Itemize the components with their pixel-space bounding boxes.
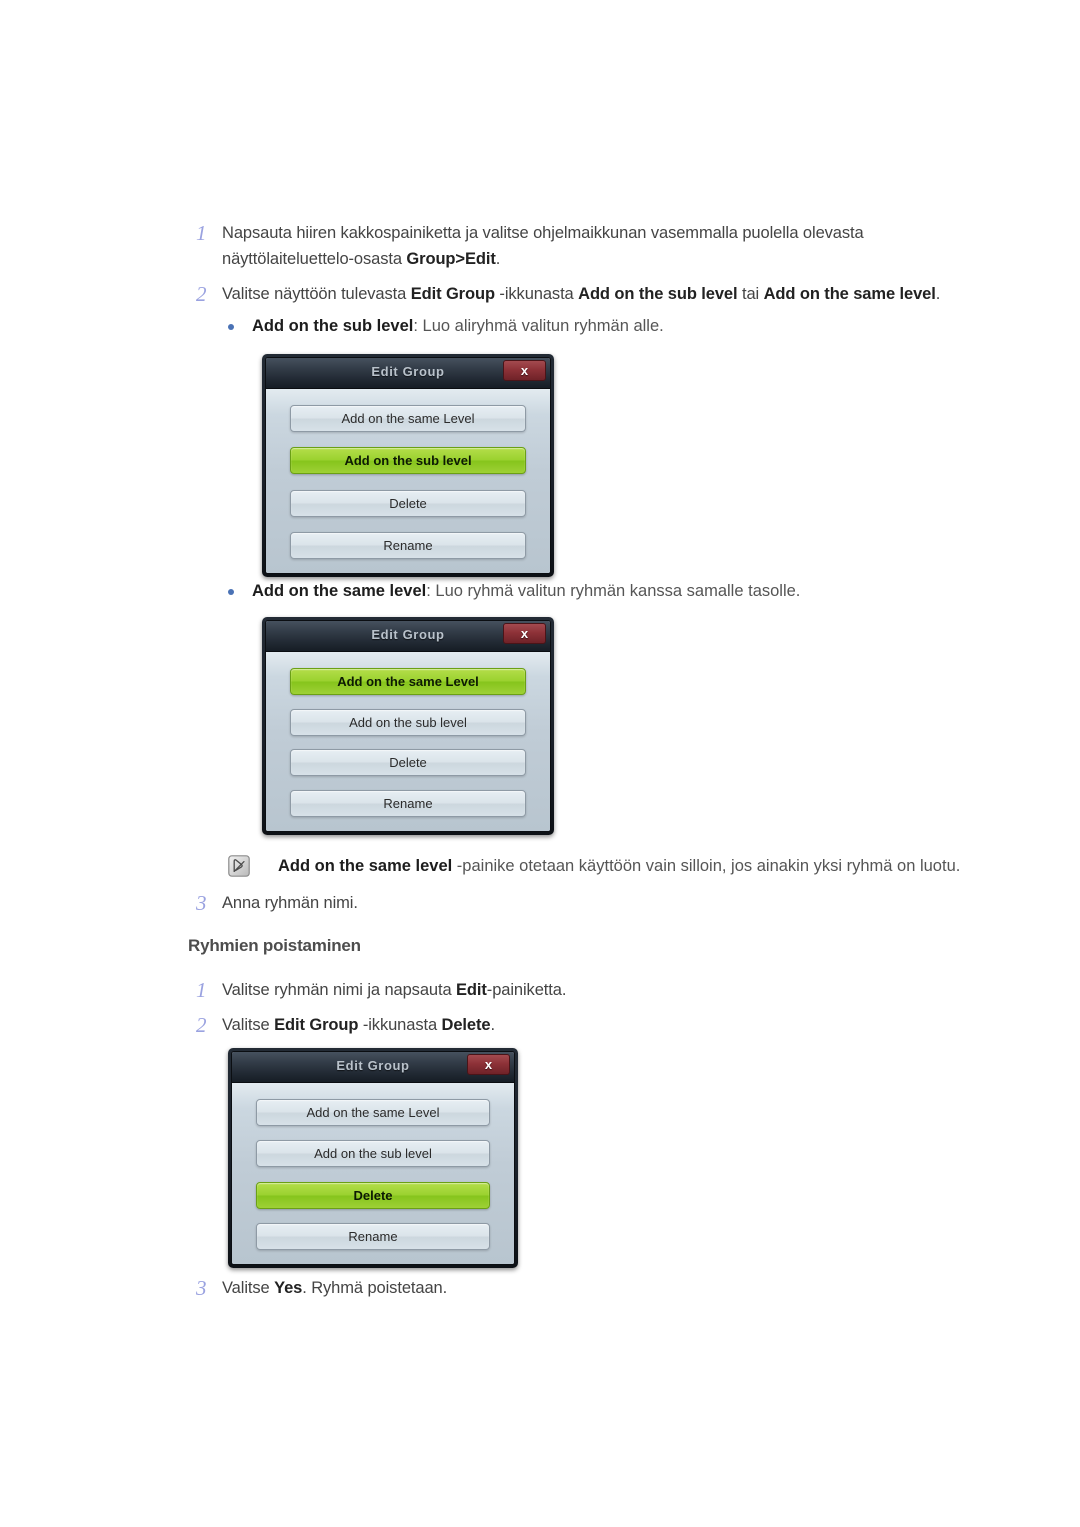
step-text: Valitse Yes. Ryhmä poistetaan. xyxy=(222,1275,447,1301)
step-2-top: 2 Valitse näyttöön tulevasta Edit Group … xyxy=(188,281,1038,307)
step-text: Napsauta hiiren kakkospainiketta ja vali… xyxy=(222,220,864,272)
note-callout: Add on the same level -painike otetaan k… xyxy=(228,853,1018,879)
button-delete[interactable]: Delete xyxy=(256,1181,490,1209)
bullet-text: Add on the same level: Luo ryhmä valitun… xyxy=(252,578,800,604)
step-mid-1: -ikkunasta xyxy=(494,285,579,303)
step-number: 1 xyxy=(196,221,207,245)
step-bold-yes: Yes xyxy=(274,1279,303,1297)
bullet-dot-icon xyxy=(218,313,252,339)
bullet-rest: : Luo aliryhmä valitun ryhmän alle. xyxy=(413,317,664,335)
dialog-titlebar: Edit Group x xyxy=(266,621,550,652)
step-suffix: . xyxy=(935,285,941,303)
bullet-sub-level: Add on the sub level: Luo aliryhmä valit… xyxy=(218,313,1018,339)
step-bold-edit-group: Edit Group xyxy=(410,285,495,303)
step-number: 1 xyxy=(196,978,207,1002)
button-delete[interactable]: Delete xyxy=(290,489,526,517)
note-bold-label: Add on the same level xyxy=(278,857,453,875)
dialog-body: Add on the same Level Add on the sub lev… xyxy=(266,389,550,573)
bullet-bold-label: Add on the sub level xyxy=(252,317,414,335)
step-3-top: 3 Anna ryhmän nimi. xyxy=(188,890,888,916)
button-add-on-the-same-level[interactable]: Add on the same Level xyxy=(290,668,526,695)
step-prefix: Valitse näyttöön tulevasta xyxy=(222,285,411,303)
bullet-bold-label: Add on the same level xyxy=(252,582,427,600)
step-1-bottom: 1 Valitse ryhmän nimi ja napsauta Edit-p… xyxy=(188,977,988,1003)
dialog-titlebar: Edit Group x xyxy=(232,1052,514,1083)
step-mid-1: -ikkunasta xyxy=(358,1016,442,1034)
section-heading: Ryhmien poistaminen xyxy=(188,936,361,955)
step-bold-delete: Delete xyxy=(441,1016,491,1034)
step-suffix: . xyxy=(490,1016,495,1034)
step-text: Valitse ryhmän nimi ja napsauta Edit-pai… xyxy=(222,977,566,1003)
step-bold-edit-group: Edit Group xyxy=(274,1016,359,1034)
step-suffix: -painiketta. xyxy=(486,981,567,999)
step-1-top: 1 Napsauta hiiren kakkospainiketta ja va… xyxy=(188,220,1018,272)
step-number: 2 xyxy=(196,1013,207,1037)
note-text: Add on the same level -painike otetaan k… xyxy=(278,853,960,879)
note-pencil-icon xyxy=(228,855,250,877)
dialog-inner: Edit Group x Add on the same Level Add o… xyxy=(231,1051,515,1265)
step-3-bottom: 3 Valitse Yes. Ryhmä poistetaan. xyxy=(188,1275,988,1301)
step-line-2-suffix: . xyxy=(495,250,501,268)
step-line-2-prefix: näyttölaiteluettelo-osasta xyxy=(222,250,407,268)
close-icon[interactable]: x xyxy=(467,1054,510,1075)
step-bold-same-level: Add on the same level xyxy=(763,285,936,303)
step-line-2-bold: Group>Edit xyxy=(406,250,496,268)
button-delete[interactable]: Delete xyxy=(290,749,526,777)
step-bold-sub-level: Add on the sub level xyxy=(578,285,738,303)
note-rest: -painike otetaan käyttöön vain silloin, … xyxy=(452,857,961,875)
step-bold-edit: Edit xyxy=(456,981,487,999)
step-text: Anna ryhmän nimi. xyxy=(222,894,358,912)
dialog-delete[interactable]: Edit Group x Add on the same Level Add o… xyxy=(228,1048,518,1268)
step-2-bottom: 2 Valitse Edit Group -ikkunasta Delete. xyxy=(188,1012,988,1038)
button-add-on-the-sub-level[interactable]: Add on the sub level xyxy=(290,447,526,475)
dialog-same-level[interactable]: Edit Group x Add on the same Level Add o… xyxy=(262,617,554,835)
step-number: 3 xyxy=(196,1276,207,1300)
button-rename[interactable]: Rename xyxy=(256,1222,490,1250)
step-mid-2: tai xyxy=(737,285,764,303)
step-prefix: Valitse ryhmän nimi ja napsauta xyxy=(222,981,457,999)
step-text: Valitse näyttöön tulevasta Edit Group -i… xyxy=(222,281,940,307)
step-text: Valitse Edit Group -ikkunasta Delete. xyxy=(222,1012,495,1038)
button-add-on-the-sub-level[interactable]: Add on the sub level xyxy=(256,1140,490,1168)
close-icon[interactable]: x xyxy=(503,360,546,381)
button-add-on-the-same-level[interactable]: Add on the same Level xyxy=(290,405,526,432)
step-number: 2 xyxy=(196,282,207,306)
bullet-rest: : Luo ryhmä valitun ryhmän kanssa samall… xyxy=(426,582,801,600)
bullet-text: Add on the sub level: Luo aliryhmä valit… xyxy=(252,313,664,339)
button-rename[interactable]: Rename xyxy=(290,789,526,817)
step-prefix: Valitse xyxy=(222,1016,275,1034)
close-icon[interactable]: x xyxy=(503,623,546,644)
dialog-body: Add on the same Level Add on the sub lev… xyxy=(232,1083,514,1264)
step-prefix: Valitse xyxy=(222,1279,275,1297)
step-suffix: . Ryhmä poistetaan. xyxy=(302,1279,448,1297)
step-number: 3 xyxy=(196,891,207,915)
button-rename[interactable]: Rename xyxy=(290,531,526,559)
bullet-dot-icon xyxy=(218,578,252,604)
dialog-body: Add on the same Level Add on the sub lev… xyxy=(266,652,550,831)
button-add-on-the-sub-level[interactable]: Add on the sub level xyxy=(290,708,526,736)
step-line-1: Napsauta hiiren kakkospainiketta ja vali… xyxy=(222,224,864,242)
dialog-sub-level[interactable]: Edit Group x Add on the same Level Add o… xyxy=(262,354,554,577)
dialog-inner: Edit Group x Add on the same Level Add o… xyxy=(265,357,551,574)
dialog-inner: Edit Group x Add on the same Level Add o… xyxy=(265,620,551,832)
bullet-same-level: Add on the same level: Luo ryhmä valitun… xyxy=(218,578,1018,604)
button-add-on-the-same-level[interactable]: Add on the same Level xyxy=(256,1099,490,1126)
dialog-titlebar: Edit Group x xyxy=(266,358,550,389)
manual-page: 1 Napsauta hiiren kakkospainiketta ja va… xyxy=(0,0,1080,1527)
